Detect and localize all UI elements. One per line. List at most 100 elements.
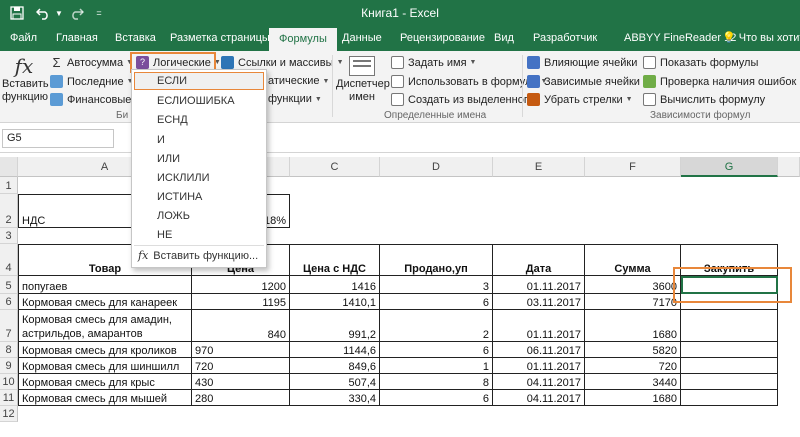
cell-e9[interactable]: 01.11.2017: [493, 358, 585, 374]
cell-g7[interactable]: [681, 310, 778, 342]
financial-button[interactable]: Финансовые▼: [50, 93, 141, 106]
tab-file[interactable]: Файл: [10, 26, 37, 51]
trace-dependents-button[interactable]: Зависимые ячейки: [527, 75, 640, 88]
cell-a9[interactable]: Кормовая смесь для шиншилл: [18, 358, 192, 374]
tab-view[interactable]: Вид: [494, 26, 514, 51]
column-header-d[interactable]: D: [380, 157, 493, 177]
cell-b5[interactable]: 1200: [192, 276, 290, 294]
cell-d11[interactable]: 6: [380, 390, 493, 406]
header-price-vat[interactable]: Цена с НДС: [290, 244, 380, 276]
use-in-formula-button[interactable]: Использовать в формуле ▼: [391, 75, 547, 88]
column-header-f[interactable]: F: [585, 157, 681, 177]
menu-item-insert-function[interactable]: fx Вставить функцию...: [138, 249, 258, 262]
cell-f9[interactable]: 720: [585, 358, 681, 374]
cell-e8[interactable]: 06.11.2017: [493, 342, 585, 358]
row-header-5[interactable]: 5: [0, 276, 18, 294]
cell-a8[interactable]: Кормовая смесь для кроликов: [18, 342, 192, 358]
row-header-9[interactable]: 9: [0, 358, 18, 374]
cell-c10[interactable]: 507,4: [290, 374, 380, 390]
cell-d6[interactable]: 6: [380, 294, 493, 310]
cell-c11[interactable]: 330,4: [290, 390, 380, 406]
cell-g11[interactable]: [681, 390, 778, 406]
cell-a7[interactable]: Кормовая смесь для амадин, астрильдов, а…: [18, 310, 192, 342]
cell-g10[interactable]: [681, 374, 778, 390]
define-name-button[interactable]: Задать имя ▼: [391, 56, 476, 69]
cell-b11[interactable]: 280: [192, 390, 290, 406]
more-functions-button[interactable]: функции ▼: [268, 93, 322, 105]
math-trig-button[interactable]: атические ▼: [268, 75, 329, 87]
tab-developer[interactable]: Разработчик: [533, 26, 597, 51]
cell-b10[interactable]: 430: [192, 374, 290, 390]
insert-function-button[interactable]: fx Вставить функцию: [2, 54, 49, 108]
menu-item-true[interactable]: ИСТИНА: [157, 191, 202, 203]
cell-d5[interactable]: 3: [380, 276, 493, 294]
header-sum[interactable]: Сумма: [585, 244, 681, 276]
show-formulas-button[interactable]: Показать формулы: [643, 56, 758, 69]
column-header-c[interactable]: C: [290, 157, 380, 177]
tab-insert[interactable]: Вставка: [115, 26, 156, 51]
row-header-10[interactable]: 10: [0, 374, 18, 390]
cell-e6[interactable]: 03.11.2017: [493, 294, 585, 310]
trace-precedents-button[interactable]: Влияющие ячейки: [527, 56, 637, 69]
cell-b9[interactable]: 720: [192, 358, 290, 374]
column-header-h[interactable]: [778, 157, 800, 177]
cell-a11[interactable]: Кормовая смесь для мышей: [18, 390, 192, 406]
row-header-8[interactable]: 8: [0, 342, 18, 358]
cell-c6[interactable]: 1410,1: [290, 294, 380, 310]
cell-f11[interactable]: 1680: [585, 390, 681, 406]
autosum-button[interactable]: Σ Автосумма ▼: [50, 56, 133, 69]
tab-formulas[interactable]: Формулы: [269, 28, 337, 51]
cell-a5[interactable]: попугаев: [18, 276, 192, 294]
menu-item-iferror[interactable]: ЕСЛИОШИБКА: [157, 95, 235, 107]
row-header-3[interactable]: 3: [0, 228, 18, 244]
cell-f5[interactable]: 3600: [585, 276, 681, 294]
menu-item-xor[interactable]: ИСКЛИЛИ: [157, 172, 210, 184]
evaluate-formula-button[interactable]: Вычислить формулу: [643, 93, 765, 106]
tab-abbyy[interactable]: ABBYY FineReader 12: [624, 26, 736, 51]
row-header-11[interactable]: 11: [0, 390, 18, 406]
cell-f6[interactable]: 7170: [585, 294, 681, 310]
cell-c5[interactable]: 1416: [290, 276, 380, 294]
remove-arrows-button[interactable]: Убрать стрелки ▼: [527, 93, 633, 106]
cell-g9[interactable]: [681, 358, 778, 374]
menu-item-false[interactable]: ЛОЖЬ: [157, 210, 190, 222]
tab-home[interactable]: Главная: [56, 26, 98, 51]
menu-item-or[interactable]: ИЛИ: [157, 153, 180, 165]
tab-review[interactable]: Рецензирование: [400, 26, 485, 51]
menu-item-not[interactable]: НЕ: [157, 229, 172, 241]
row-header-6[interactable]: 6: [0, 294, 18, 310]
cell-d10[interactable]: 8: [380, 374, 493, 390]
lookup-reference-button[interactable]: Ссылки и массивы ▼: [221, 56, 344, 69]
create-from-selection-button[interactable]: Создать из выделенного: [391, 93, 534, 106]
row-header-7[interactable]: 7: [0, 310, 18, 342]
cell-d9[interactable]: 1: [380, 358, 493, 374]
cell-e5[interactable]: 01.11.2017: [493, 276, 585, 294]
cell-d7[interactable]: 2: [380, 310, 493, 342]
row-header-2[interactable]: 2: [0, 194, 18, 228]
cell-f10[interactable]: 3440: [585, 374, 681, 390]
name-manager-button[interactable]: Диспетчер имен: [336, 54, 390, 108]
recent-button[interactable]: Последние▼: [50, 75, 134, 88]
select-all-corner[interactable]: [0, 157, 18, 177]
tab-data[interactable]: Данные: [342, 26, 382, 51]
cell-c9[interactable]: 849,6: [290, 358, 380, 374]
cell-c8[interactable]: 1144,6: [290, 342, 380, 358]
header-sold[interactable]: Продано,уп: [380, 244, 493, 276]
cell-e7[interactable]: 01.11.2017: [493, 310, 585, 342]
menu-item-and[interactable]: И: [157, 134, 165, 146]
cell-b6[interactable]: 1195: [192, 294, 290, 310]
name-box[interactable]: G5: [2, 129, 114, 148]
row-header-12[interactable]: 12: [0, 406, 18, 422]
cell-f7[interactable]: 1680: [585, 310, 681, 342]
tell-me-box[interactable]: 💡 Что вы хотите с: [722, 26, 800, 51]
menu-item-ifna[interactable]: ЕСНД: [157, 114, 188, 126]
cell-f8[interactable]: 5820: [585, 342, 681, 358]
cell-c7[interactable]: 991,2: [290, 310, 380, 342]
row-header-4[interactable]: 4: [0, 244, 18, 276]
cell-g8[interactable]: [681, 342, 778, 358]
header-date[interactable]: Дата: [493, 244, 585, 276]
cell-e10[interactable]: 04.11.2017: [493, 374, 585, 390]
column-header-e[interactable]: E: [493, 157, 585, 177]
row-header-1[interactable]: 1: [0, 177, 18, 194]
tab-page-layout[interactable]: Разметка страницы: [170, 26, 270, 51]
